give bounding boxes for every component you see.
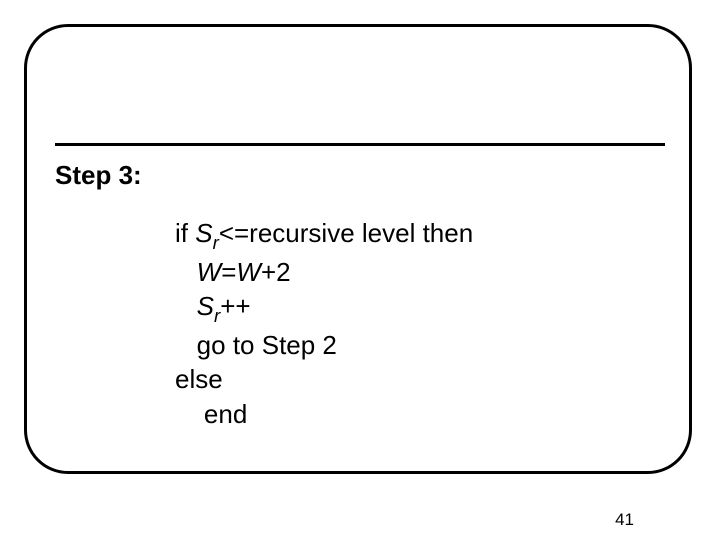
page-number: 41 xyxy=(615,510,634,530)
var-S2: S xyxy=(197,291,214,321)
else-keyword: else xyxy=(175,364,223,394)
code-line-if: if Sr<=recursive level then xyxy=(175,216,473,255)
code-line-assign: W=W+2 xyxy=(175,255,473,289)
code-line-goto: go to Step 2 xyxy=(175,328,473,362)
eq-sign: = xyxy=(221,257,236,287)
end-keyword: end xyxy=(204,399,247,429)
code-line-end: end xyxy=(175,397,473,431)
if-keyword: if xyxy=(175,218,195,248)
plus-two: +2 xyxy=(261,257,291,287)
title-divider xyxy=(55,143,665,146)
var-W2: W xyxy=(236,257,261,287)
sub-r2: r xyxy=(214,305,220,326)
plusplus: ++ xyxy=(220,291,250,321)
var-W1: W xyxy=(197,257,222,287)
code-line-incr: Sr++ xyxy=(175,289,473,328)
sub-r: r xyxy=(213,232,219,253)
goto-text: go to Step 2 xyxy=(197,330,337,360)
step-label: Step 3: xyxy=(55,160,142,191)
code-line-else: else xyxy=(175,362,473,396)
cond-rest: <=recursive level then xyxy=(219,218,473,248)
pseudocode-block: if Sr<=recursive level then W=W+2 Sr++ g… xyxy=(175,216,473,431)
var-S: S xyxy=(195,218,212,248)
